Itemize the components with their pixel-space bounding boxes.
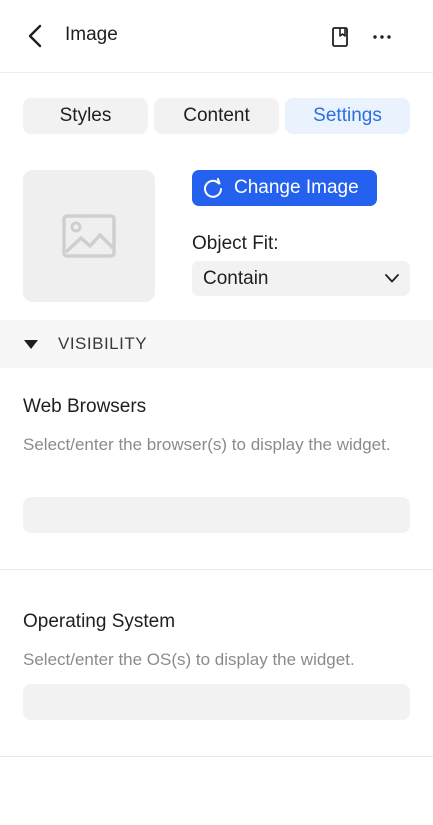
back-button[interactable] xyxy=(20,22,50,50)
object-fit-label: Object Fit: xyxy=(192,233,279,254)
tab-styles[interactable]: Styles xyxy=(23,98,148,134)
web-browsers-description: Select/enter the browser(s) to display t… xyxy=(23,435,391,454)
visibility-section-title: VISIBILITY xyxy=(58,334,148,353)
object-fit-select[interactable]: Contain xyxy=(192,261,410,296)
divider xyxy=(0,756,433,757)
visibility-section-header[interactable]: VISIBILITY xyxy=(0,320,433,368)
refresh-icon xyxy=(204,178,222,198)
tab-bar: Styles Content Settings xyxy=(23,98,410,134)
image-preview[interactable] xyxy=(23,170,155,302)
operating-system-input[interactable] xyxy=(23,684,410,720)
page-title: Image xyxy=(65,24,118,45)
web-browsers-title: Web Browsers xyxy=(23,396,147,417)
bookmark-button[interactable] xyxy=(326,24,354,50)
operating-system-title: Operating System xyxy=(23,611,176,632)
image-placeholder-icon xyxy=(62,214,116,258)
tab-settings[interactable]: Settings xyxy=(285,98,410,134)
web-browsers-input[interactable] xyxy=(23,497,410,533)
change-image-label: Change Image xyxy=(234,177,359,198)
caret-down-icon xyxy=(24,339,38,349)
divider xyxy=(0,569,433,570)
change-image-button[interactable]: Change Image xyxy=(192,170,377,206)
chevron-left-icon xyxy=(28,24,42,48)
bookmark-icon xyxy=(332,27,348,47)
chevron-down-icon xyxy=(385,274,399,283)
header-bar: Image xyxy=(0,0,433,73)
object-fit-value: Contain xyxy=(203,267,269,289)
more-options-button[interactable] xyxy=(368,24,396,50)
more-horizontal-icon xyxy=(373,35,391,39)
operating-system-description: Select/enter the OS(s) to display the wi… xyxy=(23,650,355,669)
tab-content[interactable]: Content xyxy=(154,98,279,134)
